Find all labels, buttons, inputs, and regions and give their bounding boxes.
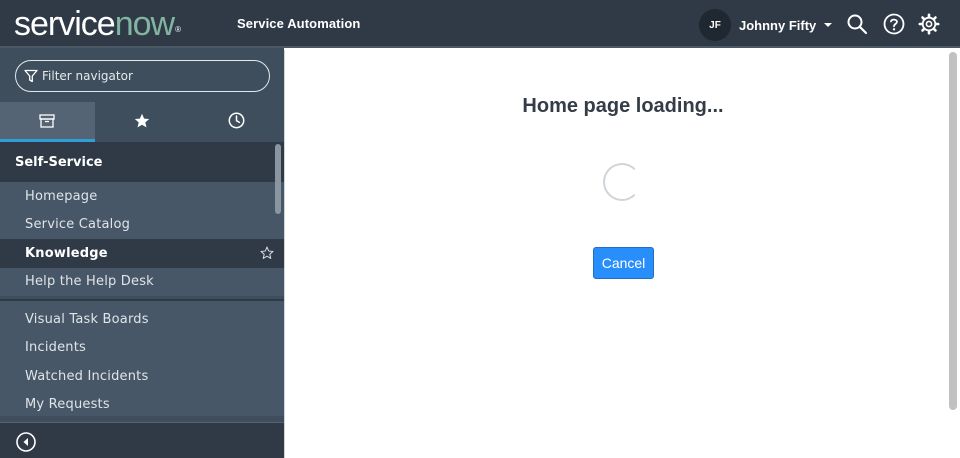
- nav-item-label: Service Catalog: [25, 217, 131, 233]
- cancel-button[interactable]: Cancel: [593, 247, 654, 279]
- filter-icon: [24, 69, 38, 83]
- navigator-scrollbar[interactable]: [275, 144, 281, 214]
- filter-navigator[interactable]: [15, 60, 270, 92]
- navigator-menu: Self-Service Homepage Service Catalog Kn…: [0, 142, 284, 416]
- nav-item-service-catalog[interactable]: Service Catalog: [0, 211, 284, 240]
- loading-spinner-icon: [603, 163, 641, 201]
- nav-item-label: Watched Incidents: [25, 368, 149, 384]
- loading-title: Home page loading...: [522, 95, 724, 117]
- main-content: Home page loading... Cancel: [284, 50, 960, 458]
- nav-item-help-the-help-desk[interactable]: Help the Help Desk: [0, 268, 284, 297]
- nav-item-my-requests[interactable]: My Requests: [0, 391, 284, 417]
- nav-item-homepage[interactable]: Homepage: [0, 182, 284, 211]
- nav-item-label: Knowledge: [25, 245, 108, 261]
- clock-icon: [228, 112, 245, 129]
- logo-now-text: now: [114, 5, 175, 43]
- nav-item-watched-incidents[interactable]: Watched Incidents: [0, 362, 284, 391]
- logo-registered-mark: ®: [175, 25, 181, 34]
- tab-history[interactable]: [189, 102, 285, 142]
- self-service-items: Homepage Service Catalog Knowledge Help …: [0, 182, 284, 296]
- servicenow-logo[interactable]: servicenow®: [14, 5, 181, 43]
- search-icon[interactable]: [846, 13, 868, 35]
- favorite-star-icon[interactable]: [260, 246, 274, 260]
- nav-item-visual-task-boards[interactable]: Visual Task Boards: [0, 305, 284, 334]
- section-self-service[interactable]: Self-Service: [0, 142, 284, 182]
- collapse-navigator-icon[interactable]: [15, 431, 37, 453]
- user-name: Johnny Fifty: [739, 17, 817, 33]
- nav-item-label: Incidents: [25, 340, 86, 356]
- archive-icon: [39, 113, 55, 128]
- nav-item-incidents[interactable]: Incidents: [0, 334, 284, 363]
- star-icon: [134, 113, 150, 127]
- main-scrollbar[interactable]: [949, 52, 957, 410]
- gear-icon[interactable]: [918, 13, 940, 35]
- nav-item-label: Visual Task Boards: [25, 311, 149, 327]
- tab-all-applications[interactable]: [0, 102, 95, 142]
- navigator-footer: [0, 422, 284, 458]
- nav-item-label: My Requests: [25, 397, 110, 413]
- more-items: Visual Task Boards Incidents Watched Inc…: [0, 301, 284, 416]
- nav-item-knowledge[interactable]: Knowledge: [0, 239, 284, 268]
- user-menu[interactable]: JF Johnny Fifty: [699, 9, 833, 41]
- filter-navigator-input[interactable]: [42, 69, 262, 83]
- nav-item-label: Help the Help Desk: [25, 274, 154, 290]
- app-title: Service Automation: [237, 16, 361, 31]
- avatar: JF: [699, 9, 731, 41]
- tab-favorites[interactable]: [94, 102, 190, 142]
- help-icon[interactable]: [883, 13, 905, 35]
- navigator-tabs: [0, 102, 285, 142]
- chevron-down-icon: [824, 23, 833, 27]
- application-navigator: Self-Service Homepage Service Catalog Kn…: [0, 48, 285, 458]
- logo-service-text: service: [14, 5, 116, 43]
- nav-item-label: Homepage: [25, 188, 98, 204]
- top-header: servicenow® Service Automation JF Johnny…: [0, 0, 960, 48]
